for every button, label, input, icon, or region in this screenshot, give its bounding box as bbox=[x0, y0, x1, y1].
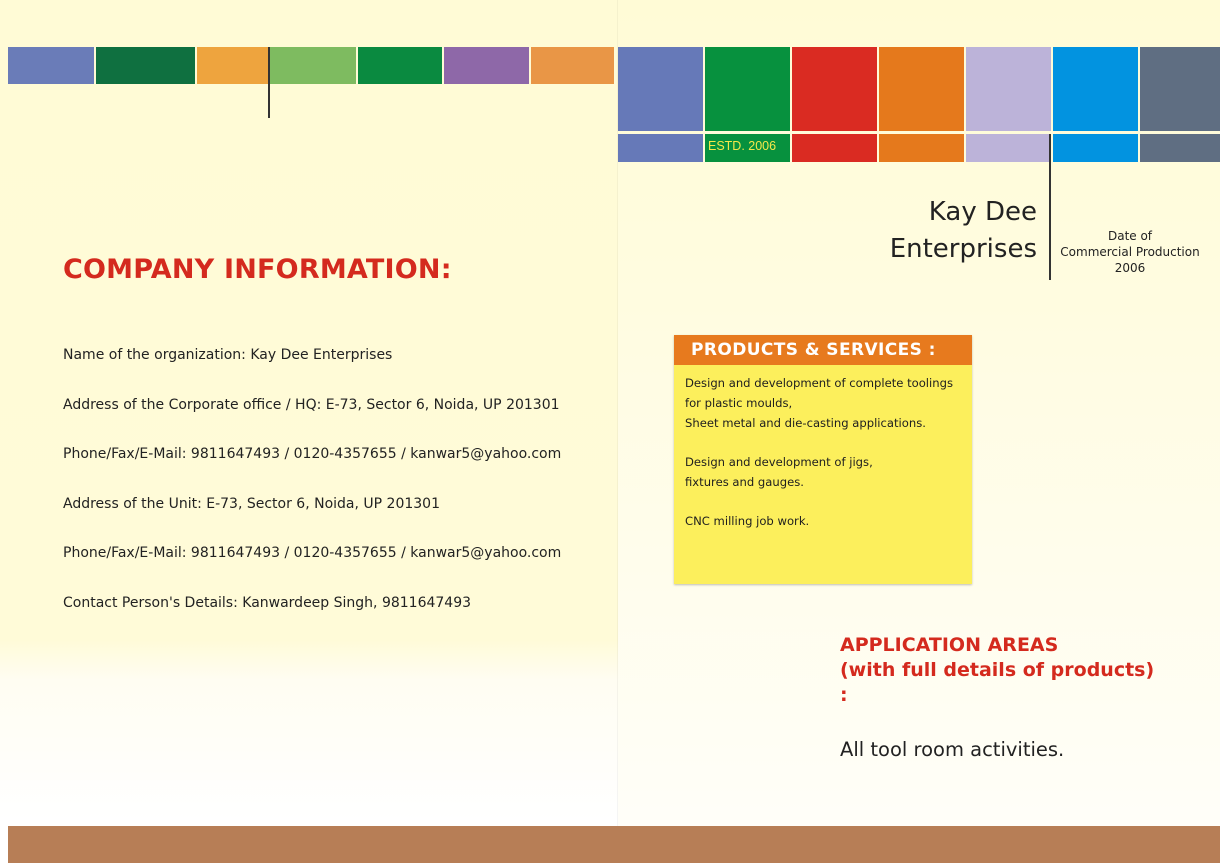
info-line: Address of the Corporate office / HQ: E-… bbox=[63, 396, 560, 413]
service-line: Design and development of jigs, bbox=[685, 455, 873, 469]
color-block bbox=[96, 47, 195, 84]
production-date: Date of Commercial Production 2006 bbox=[1054, 228, 1206, 276]
color-cell bbox=[879, 134, 964, 162]
color-block bbox=[197, 47, 268, 84]
color-block bbox=[8, 47, 94, 84]
color-block bbox=[270, 47, 356, 84]
established-label: ESTD. 2006 bbox=[708, 139, 777, 153]
color-cell bbox=[966, 134, 1051, 162]
color-cell bbox=[1053, 134, 1138, 162]
divider-line bbox=[1049, 134, 1051, 280]
left-color-strip bbox=[8, 47, 614, 84]
service-line: Design and development of complete tooli… bbox=[685, 376, 953, 390]
footer-band bbox=[8, 826, 1220, 863]
service-line: fixtures and gauges. bbox=[685, 475, 804, 489]
color-cell bbox=[879, 47, 964, 131]
info-line: Address of the Unit: E-73, Sector 6, Noi… bbox=[63, 495, 440, 512]
info-line: Name of the organization: Kay Dee Enterp… bbox=[63, 347, 393, 363]
company-info-heading: COMPANY INFORMATION: bbox=[63, 254, 452, 285]
products-services-box: PRODUCTS & SERVICES : Design and develop… bbox=[674, 335, 972, 584]
company-name: Kay Dee Enterprises bbox=[890, 194, 1037, 268]
color-cell bbox=[792, 134, 877, 162]
info-line: Phone/Fax/E-Mail: 9811647493 / 0120-4357… bbox=[63, 446, 562, 463]
color-block bbox=[444, 47, 529, 84]
products-services-body: Design and development of complete tooli… bbox=[674, 365, 972, 539]
divider-line bbox=[268, 47, 270, 118]
application-areas-text: All tool room activities. bbox=[840, 738, 1065, 761]
production-date-line: 2006 bbox=[1114, 261, 1146, 275]
color-cell bbox=[792, 47, 877, 131]
color-cell bbox=[1140, 47, 1220, 131]
company-info-list: Name of the organization: Kay Dee Enterp… bbox=[63, 346, 561, 644]
color-cell bbox=[1053, 47, 1138, 131]
production-date-line: Commercial Production bbox=[1060, 245, 1200, 259]
service-line: for plastic moulds, bbox=[685, 396, 793, 410]
application-heading-line: APPLICATION AREAS bbox=[840, 634, 1059, 656]
info-line: Contact Person's Details: Kanwardeep Sin… bbox=[63, 594, 472, 611]
color-cell bbox=[705, 47, 790, 131]
application-heading-line: : bbox=[840, 684, 848, 706]
application-heading-line: (with full details of products) bbox=[840, 659, 1155, 681]
color-cell bbox=[966, 47, 1051, 131]
company-name-line: Enterprises bbox=[889, 234, 1037, 264]
color-block bbox=[531, 47, 614, 84]
color-cell bbox=[618, 47, 703, 131]
color-cell bbox=[618, 134, 703, 162]
info-line: Phone/Fax/E-Mail: 9811647493 / 0120-4357… bbox=[63, 545, 562, 562]
service-line: Sheet metal and die-casting applications… bbox=[685, 416, 926, 430]
application-areas-heading: APPLICATION AREAS (with full details of … bbox=[840, 633, 1154, 708]
company-name-line: Kay Dee bbox=[928, 197, 1037, 227]
products-services-heading: PRODUCTS & SERVICES : bbox=[674, 335, 972, 365]
color-block bbox=[358, 47, 442, 84]
service-line: CNC milling job work. bbox=[685, 514, 810, 528]
color-cell bbox=[1140, 134, 1220, 162]
production-date-line: Date of bbox=[1107, 229, 1153, 243]
